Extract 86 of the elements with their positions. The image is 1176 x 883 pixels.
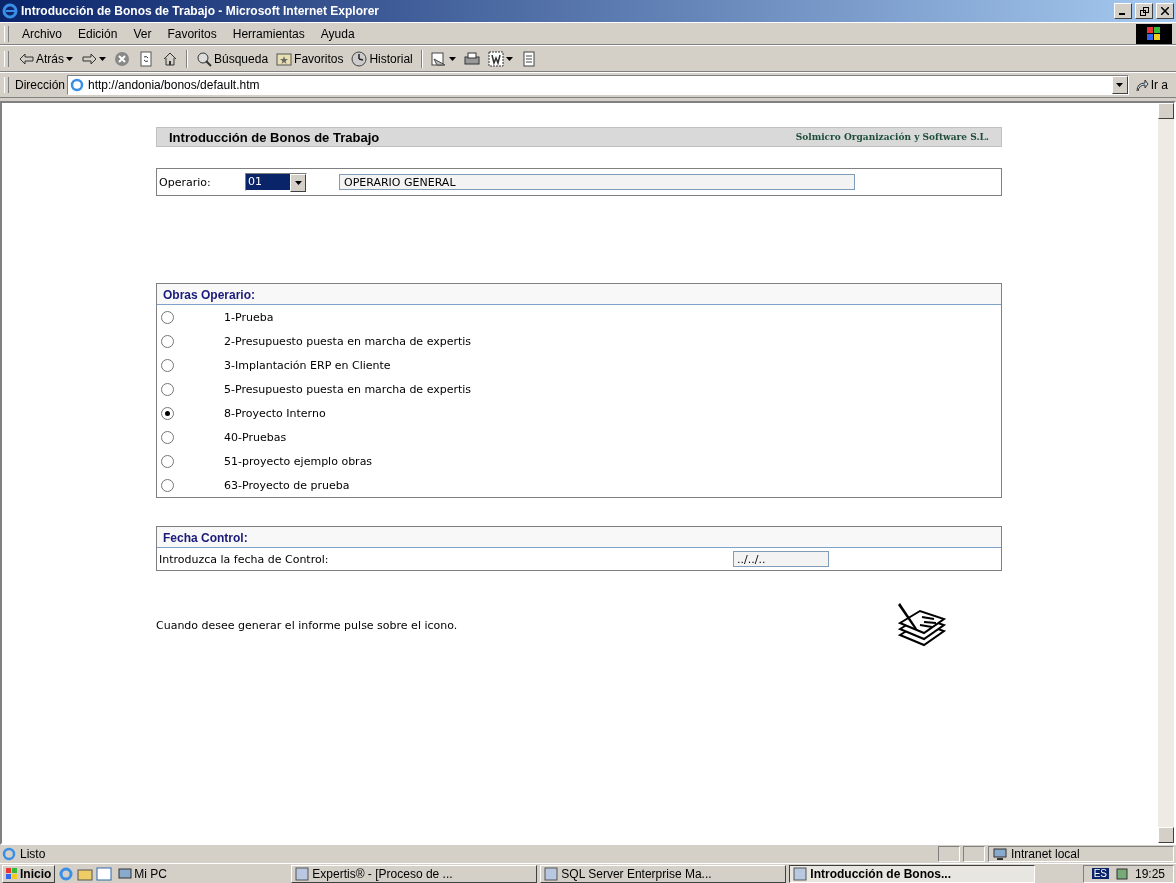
refresh-icon (138, 50, 154, 67)
obra-label: 5-Presupuesto puesta en marcha de expertis (224, 382, 472, 396)
minimize-button[interactable] (1114, 3, 1132, 19)
operario-dropdown[interactable]: 01 (245, 173, 307, 191)
print-icon (463, 50, 480, 67)
company-name: Solmicro Organización y Software S.L. (795, 132, 989, 142)
taskbar-button[interactable]: Introducción de Bonos... (789, 864, 1036, 883)
radio-button[interactable] (161, 310, 174, 324)
start-button[interactable]: Inicio (2, 864, 56, 883)
clock: 19:25 (1134, 866, 1165, 881)
history-icon (351, 50, 368, 67)
back-button[interactable]: Atrás (15, 49, 76, 68)
menu-item[interactable]: Ayuda (313, 24, 362, 43)
radio-button[interactable] (161, 406, 174, 420)
caret-icon (505, 56, 513, 61)
caret-icon (448, 56, 456, 61)
caret-icon (66, 56, 73, 61)
ie-launch-icon[interactable] (58, 865, 75, 882)
window-icon[interactable] (96, 865, 113, 882)
home-icon (162, 50, 178, 67)
section-title: Obras Operario: (157, 284, 1001, 305)
mail-icon (430, 50, 447, 67)
tray-icon[interactable] (1114, 866, 1129, 881)
discuss-icon (520, 50, 537, 67)
search-button[interactable]: Búsqueda (193, 49, 272, 68)
obra-label: 1-Prueba (224, 310, 274, 324)
obra-label: 8-Proyecto Interno (224, 406, 326, 420)
close-icon (1161, 7, 1169, 15)
radio-button[interactable] (161, 382, 174, 396)
windows-logo-icon (6, 867, 18, 880)
dropdown-button[interactable] (1111, 76, 1128, 94)
menu-item[interactable]: Archivo (15, 24, 69, 43)
zone-text: Intranet local (1011, 847, 1080, 861)
radio-button[interactable] (161, 430, 174, 444)
language-indicator[interactable]: ES (1091, 868, 1109, 879)
window-title: Introducción de Bonos de Trabajo - Microsoft Internet Explorer (21, 4, 381, 18)
obra-label: 3-Implantación ERP en Cliente (224, 358, 391, 372)
close-button[interactable] (1156, 3, 1174, 19)
favorites-icon (276, 50, 293, 67)
taskbar-button[interactable]: SQL Server Enterprise Ma... (540, 864, 787, 883)
app-icon (793, 866, 808, 881)
stop-icon (114, 50, 130, 67)
page-icon (2, 847, 16, 861)
intranet-icon (993, 848, 1007, 860)
menu-item[interactable]: Herramientas (225, 24, 312, 43)
favorites-button[interactable]: Favoritos (273, 49, 347, 68)
search-icon (196, 50, 212, 67)
app-icon (544, 866, 559, 881)
edit-icon (487, 50, 504, 67)
radio-button[interactable] (161, 454, 174, 468)
caret-icon (99, 56, 106, 61)
operario-label: Operario: (159, 175, 212, 189)
arrow-icon (1134, 78, 1149, 92)
scrollbar[interactable] (1158, 103, 1174, 843)
radio-button[interactable] (161, 478, 174, 492)
caret-icon (294, 181, 302, 185)
address-field[interactable]: http://andonia/bonos/default.htm (67, 75, 1129, 95)
obra-label: 63-Proyecto de prueba (224, 478, 350, 492)
history-button[interactable]: Historial (348, 49, 416, 68)
menu-item[interactable]: Ver (126, 24, 159, 43)
page-title: Introducción de Bonos de Trabajo (169, 129, 380, 145)
go-button[interactable]: Ir a (1130, 78, 1172, 92)
ie-logo-icon (2, 3, 18, 19)
obra-label: 51-proyecto ejemplo obras (224, 454, 373, 468)
menu-item[interactable]: Favoritos (160, 24, 224, 43)
computer-icon (118, 866, 133, 881)
operario-name-field[interactable]: OPERARIO GENERAL (339, 174, 855, 190)
restore-icon (1139, 6, 1149, 16)
date-field[interactable]: ../../.. (733, 551, 829, 567)
status-text: Listo (20, 847, 46, 861)
obra-label: 2-Presupuesto puesta en marcha de expertis (224, 334, 472, 348)
section-title: Fecha Control: (157, 527, 1001, 548)
menu-item[interactable]: Edición (71, 24, 125, 43)
radio-button[interactable] (161, 334, 174, 348)
caret-icon (1116, 83, 1124, 87)
windows-logo-icon (1136, 23, 1172, 44)
restore-button[interactable] (1135, 3, 1153, 19)
instruction-text: Cuando desee generar el informe pulse sobre el icono. (156, 618, 458, 632)
app-icon (295, 866, 310, 881)
obra-label: 40-Pruebas (224, 430, 287, 444)
quick-launch-button[interactable]: Mi PC (115, 865, 170, 882)
taskbar-button[interactable]: Expertis® - [Proceso de ... (291, 864, 538, 883)
page-icon (70, 78, 84, 92)
fecha-label: Introduzca la fecha de Control: (159, 552, 330, 566)
address-label: Dirección (15, 78, 65, 92)
radio-button[interactable] (161, 358, 174, 372)
